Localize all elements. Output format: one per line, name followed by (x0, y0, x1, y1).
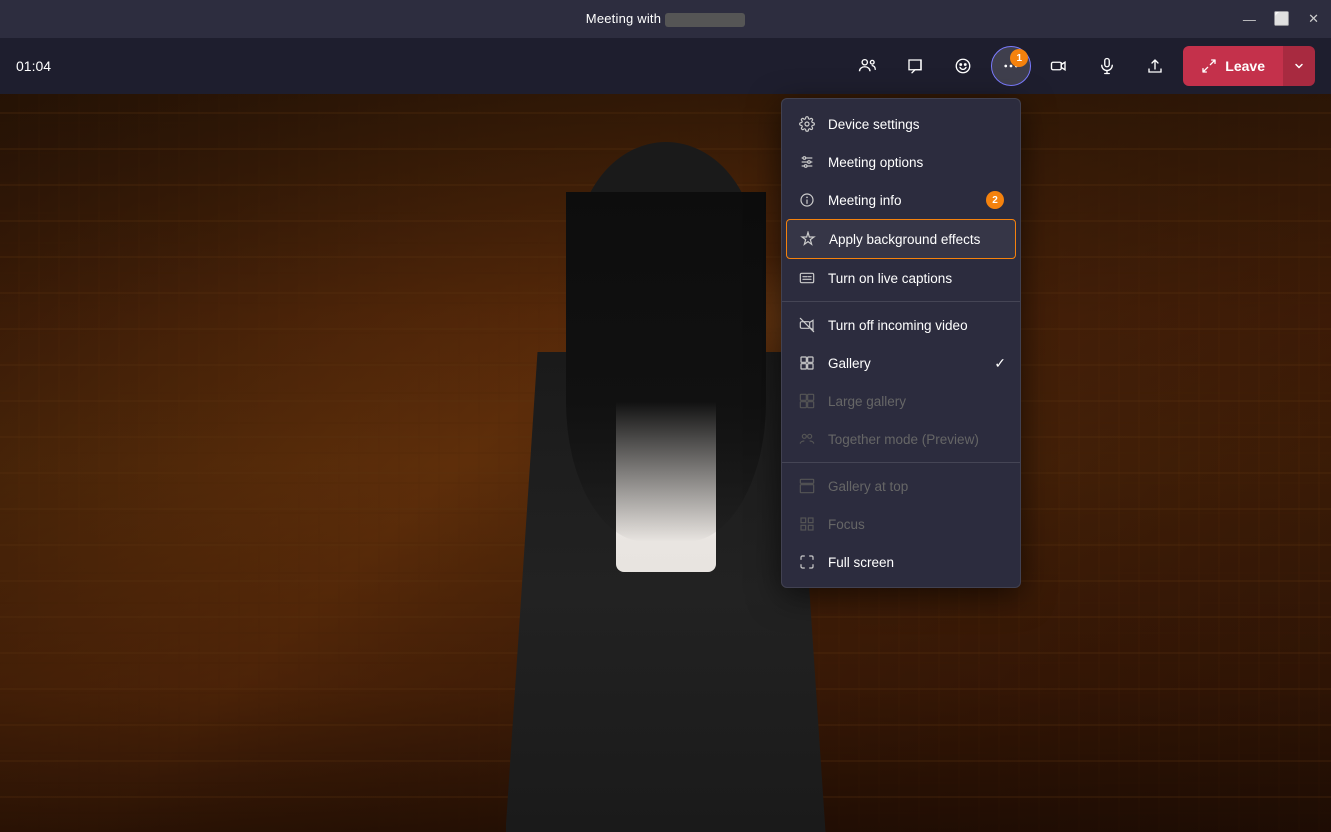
menu-label-full-screen: Full screen (828, 555, 894, 570)
info-icon (798, 191, 816, 209)
captions-icon (798, 269, 816, 287)
menu-item-apply-background[interactable]: Apply background effects (786, 219, 1016, 259)
menu-item-large-gallery: Large gallery (782, 382, 1020, 420)
menu-item-full-screen[interactable]: Full screen (782, 543, 1020, 581)
menu-label-live-captions: Turn on live captions (828, 271, 952, 286)
close-button[interactable]: ✕ (1308, 11, 1319, 27)
gear-icon (798, 115, 816, 133)
menu-label-turn-off-video: Turn off incoming video (828, 318, 968, 333)
title-bar: Meeting with — ⬜ ✕ (0, 0, 1331, 38)
reactions-button[interactable] (943, 46, 983, 86)
video-off-icon (798, 316, 816, 334)
meeting-info-badge: 2 (986, 191, 1004, 209)
maximize-button[interactable]: ⬜ (1274, 11, 1290, 27)
minimize-button[interactable]: — (1243, 12, 1256, 27)
more-options-button[interactable]: 1 (991, 46, 1031, 86)
menu-item-gallery[interactable]: Gallery ✓ (782, 344, 1020, 382)
menu-label-gallery-at-top: Gallery at top (828, 479, 908, 494)
more-badge: 1 (1010, 49, 1028, 67)
menu-label-large-gallery: Large gallery (828, 394, 906, 409)
chat-button[interactable] (895, 46, 935, 86)
menu-label-meeting-options: Meeting options (828, 155, 923, 170)
together-icon (798, 430, 816, 448)
fullscreen-icon (798, 553, 816, 571)
leave-button[interactable]: Leave (1183, 46, 1283, 86)
mic-button[interactable] (1087, 46, 1127, 86)
video-background (0, 94, 1331, 832)
menu-item-device-settings[interactable]: Device settings (782, 105, 1020, 143)
menu-item-meeting-info[interactable]: Meeting info 2 (782, 181, 1020, 219)
menu-item-gallery-at-top: Gallery at top (782, 467, 1020, 505)
sliders-icon (798, 153, 816, 171)
menu-label-meeting-info: Meeting info (828, 193, 902, 208)
menu-item-live-captions[interactable]: Turn on live captions (782, 259, 1020, 297)
video-area (0, 94, 1331, 832)
grid-icon (798, 354, 816, 372)
camera-button[interactable] (1039, 46, 1079, 86)
menu-item-together-mode: Together mode (Preview) (782, 420, 1020, 458)
gallery-top-icon (798, 477, 816, 495)
menu-label-gallery: Gallery (828, 356, 871, 371)
leave-chevron-button[interactable] (1283, 46, 1315, 86)
menu-divider-1 (782, 301, 1020, 302)
window-title: Meeting with (586, 11, 745, 27)
menu-label-together-mode: Together mode (Preview) (828, 432, 979, 447)
menu-label-apply-background: Apply background effects (829, 232, 980, 247)
gallery-check-icon: ✓ (994, 355, 1006, 372)
menu-item-turn-off-video[interactable]: Turn off incoming video (782, 306, 1020, 344)
menu-item-meeting-options[interactable]: Meeting options (782, 143, 1020, 181)
menu-item-focus: Focus (782, 505, 1020, 543)
menu-divider-2 (782, 462, 1020, 463)
share-button[interactable] (1135, 46, 1175, 86)
meeting-timer: 01:04 (16, 58, 51, 74)
people-button[interactable] (847, 46, 887, 86)
sparkle-icon (799, 230, 817, 248)
grid-large-icon (798, 392, 816, 410)
more-options-menu: Device settings Meeting options Meeting … (781, 98, 1021, 588)
window-controls[interactable]: — ⬜ ✕ (1243, 0, 1319, 38)
meeting-toolbar: 01:04 (0, 38, 1331, 94)
toolbar-actions: 1 (847, 46, 1315, 86)
menu-label-device-settings: Device settings (828, 117, 920, 132)
focus-icon (798, 515, 816, 533)
leave-button-group[interactable]: Leave (1183, 46, 1315, 86)
menu-label-focus: Focus (828, 517, 865, 532)
